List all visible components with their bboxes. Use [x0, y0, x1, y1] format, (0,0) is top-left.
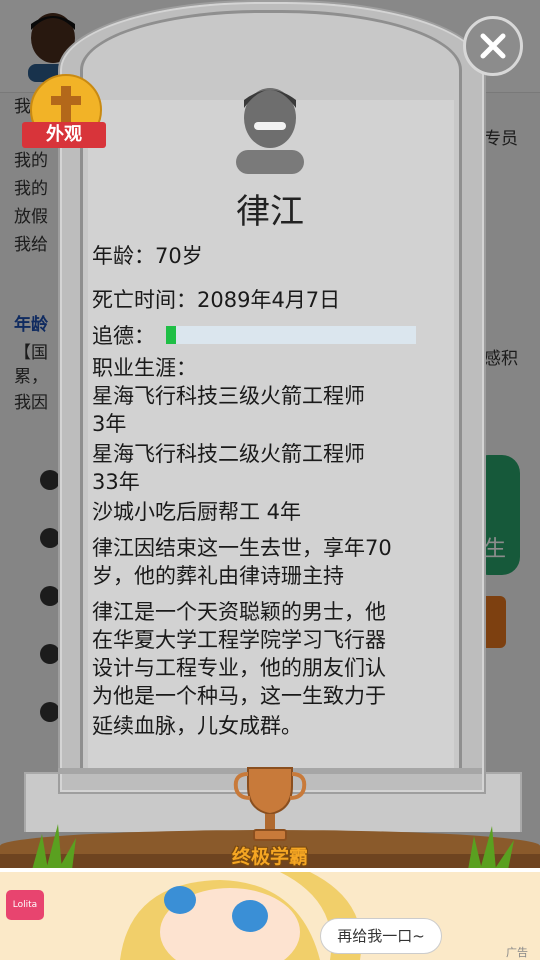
- career-item: 星海飞行科技三级火箭工程师: [92, 384, 365, 408]
- appearance-label: 外观: [22, 122, 106, 148]
- close-button[interactable]: [463, 16, 523, 76]
- trophy-label: 终极学霸: [231, 846, 308, 868]
- career-label: 职业生涯：: [92, 356, 197, 380]
- career-item: 33年: [92, 470, 140, 494]
- death-value: 2089年4月7日: [197, 288, 341, 312]
- deceased-portrait: [236, 88, 304, 174]
- career-item: 沙城小吃后厨帮工 4年: [92, 500, 302, 524]
- merit-progress-bar: [166, 326, 416, 344]
- ad-logo: Lolita: [6, 890, 44, 920]
- trophy-icon: [233, 767, 307, 841]
- career-item: 星海飞行科技二级火箭工程师: [92, 442, 365, 466]
- death-row: 死亡时间：2089年4月7日: [92, 286, 448, 314]
- biography-line: 律江是一个天资聪颖的男士，他: [92, 600, 386, 624]
- biography-line: 设计与工程专业，他的朋友们认: [92, 656, 386, 680]
- age-row: 年龄：70岁: [92, 242, 448, 270]
- death-summary-line: 岁，他的葬礼由律诗珊主持: [92, 564, 344, 588]
- close-icon: [480, 33, 506, 59]
- career-item: 3年: [92, 412, 127, 436]
- ad-banner[interactable]: [0, 872, 540, 960]
- death-summary-line: 律江因结束这一生去世，享年70: [92, 536, 392, 560]
- merit-progress-fill: [166, 326, 176, 344]
- biography-line: 为他是一个种马，这一生致力于: [92, 684, 386, 708]
- ad-tag: 广告: [506, 946, 528, 959]
- appearance-button[interactable]: 外观: [22, 74, 108, 154]
- age-value: 70岁: [155, 244, 203, 268]
- ad-speech-bubble: 再给我一口~: [320, 918, 442, 954]
- biography-line: 延续血脉，儿女成群。: [92, 714, 302, 738]
- age-label: 年龄：: [92, 244, 155, 268]
- deceased-name: 律江: [236, 192, 304, 232]
- death-label: 死亡时间：: [92, 288, 197, 312]
- biography-line: 在华夏大学工程学院学习飞行器: [92, 628, 386, 652]
- ad-illustration: [0, 872, 540, 960]
